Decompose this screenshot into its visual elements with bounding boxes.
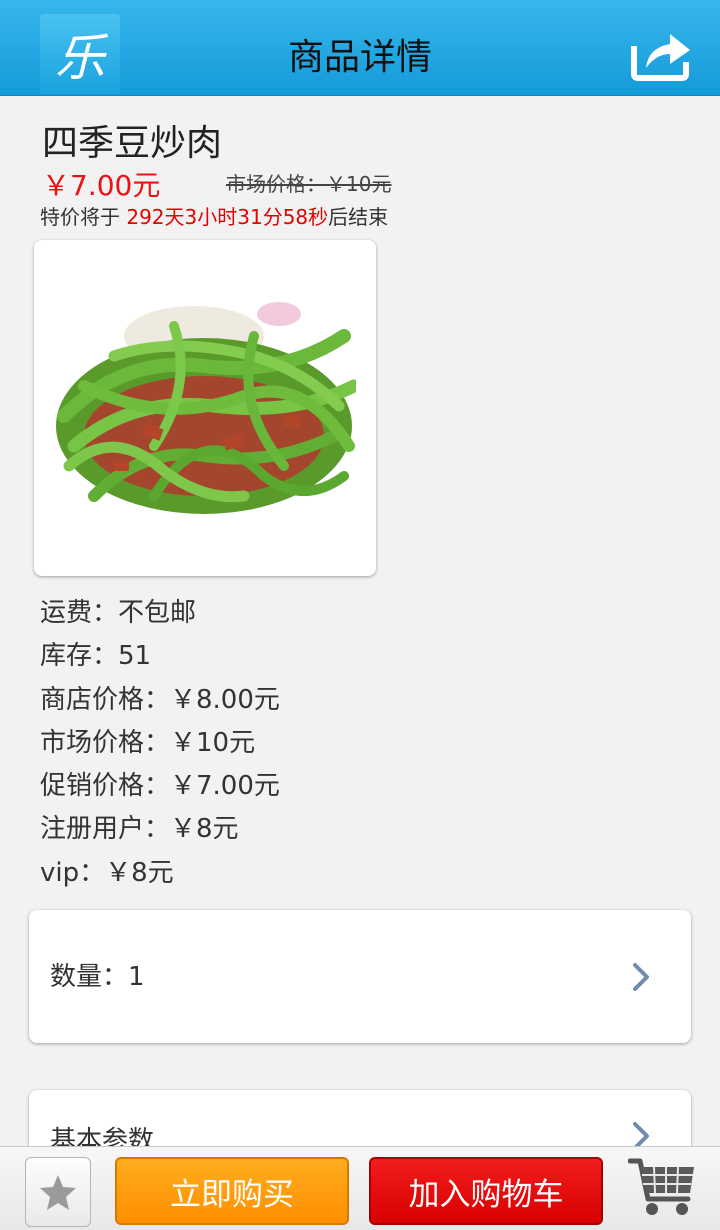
page-title: 商品详情 [287,37,432,78]
promo-price: 促销价格：￥7.00元 [40,771,280,802]
add-to-cart-button[interactable]: 加入购物车 [369,1157,603,1225]
stock-info: 库存：51 [40,641,152,672]
promo-countdown: 特价将于 292天3小时31分58秒后结束 [40,201,388,230]
shipping-info: 运费：不包邮 [40,598,197,628]
product-details: 运费：不包邮 库存：51 商店价格：￥8.00元 市场价格：￥10元 促销价格：… [40,593,280,896]
product-image[interactable] [54,296,356,520]
sale-price: ￥7.00元 [42,169,161,202]
countdown-time: 292天3小时31分58秒 [126,205,329,229]
member-price: 注册用户：￥8元 [40,814,239,845]
buy-now-button[interactable]: 立即购买 [115,1157,349,1225]
star-icon [40,1175,76,1210]
quantity-label: 数量：1 [50,962,145,992]
shopping-cart-icon[interactable] [628,1155,698,1221]
product-name: 四季豆炒肉 [42,123,223,164]
countdown-suffix: 后结束 [328,205,389,229]
bottom-action-bar: 立即购买 加入购物车 [0,1146,720,1230]
top-bar: 乐 商品详情 [0,0,720,96]
product-image-card[interactable] [34,240,376,576]
vip-price: vip：￥8元 [40,857,174,888]
shop-price: 商店价格：￥8.00元 [40,684,280,715]
quantity-selector[interactable]: 数量：1 [29,910,691,1043]
share-icon[interactable] [624,24,694,84]
market-price-strikethrough: 市场价格：￥10元 [226,172,392,196]
favorite-button[interactable] [25,1157,91,1227]
countdown-prefix: 特价将于 [40,205,127,229]
chevron-right-icon [633,963,649,991]
market-price: 市场价格：￥10元 [40,727,256,758]
